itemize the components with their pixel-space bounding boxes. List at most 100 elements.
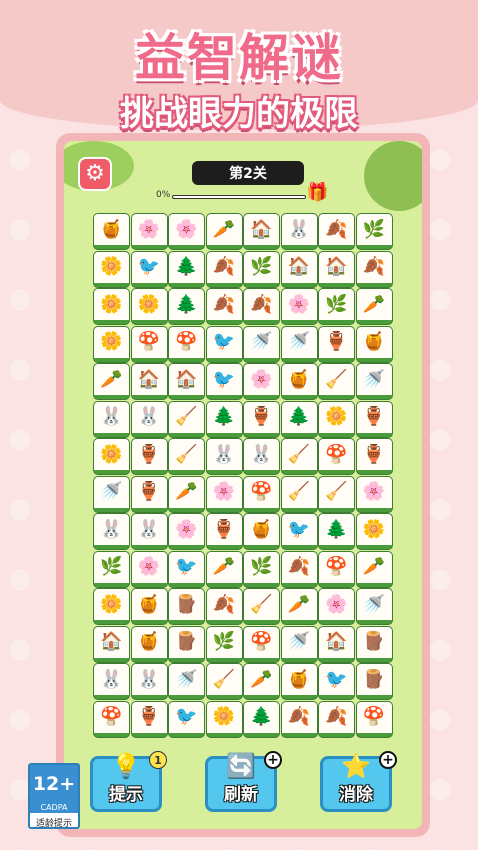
game-tile[interactable]: 🍂: [206, 251, 242, 287]
game-tile[interactable]: 🌸: [169, 214, 204, 249]
game-tile[interactable]: 🌲: [281, 401, 317, 437]
game-tile[interactable]: 🏠: [244, 214, 279, 249]
gift-icon[interactable]: 🎁: [306, 183, 328, 203]
game-tile[interactable]: 🏠: [94, 626, 129, 662]
game-tile[interactable]: 🌸: [131, 551, 167, 587]
game-tile[interactable]: 🌼: [319, 401, 354, 437]
game-tile[interactable]: 🐦: [319, 664, 354, 699]
game-tile[interactable]: 🍯: [281, 664, 317, 699]
game-tile[interactable]: 🍂: [356, 251, 392, 287]
game-tile[interactable]: 🌲: [206, 401, 242, 437]
game-tile[interactable]: 🍂: [206, 589, 242, 624]
game-tile[interactable]: 🚿: [356, 364, 392, 399]
game-tile[interactable]: 🍄: [319, 551, 354, 587]
game-tile[interactable]: 🏠: [169, 364, 204, 399]
game-tile[interactable]: 🌼: [94, 589, 129, 624]
game-tile[interactable]: 🌼: [94, 289, 129, 324]
game-tile[interactable]: 🏺: [356, 439, 392, 474]
game-tile[interactable]: 🐰: [131, 514, 167, 549]
game-tile[interactable]: 🌸: [281, 289, 317, 324]
game-tile[interactable]: 🌿: [244, 251, 279, 287]
game-tile[interactable]: 🧹: [244, 589, 279, 624]
game-tile[interactable]: 🐦: [206, 364, 242, 399]
game-tile[interactable]: 🍂: [319, 214, 354, 249]
game-tile[interactable]: 🧹: [169, 401, 204, 437]
game-tile[interactable]: 🐰: [131, 401, 167, 437]
game-tile[interactable]: 🐰: [94, 664, 129, 699]
game-tile[interactable]: 🌿: [94, 551, 129, 587]
game-tile[interactable]: 🚿: [356, 589, 392, 624]
game-tile[interactable]: 🍯: [244, 514, 279, 549]
game-tile[interactable]: 🌲: [169, 251, 204, 287]
game-tile[interactable]: 🐰: [131, 664, 167, 699]
game-tile[interactable]: 🍯: [131, 626, 167, 662]
remove-add-badge[interactable]: +: [379, 751, 397, 769]
game-tile[interactable]: 🏺: [356, 401, 392, 437]
game-tile[interactable]: 🌲: [169, 289, 204, 324]
game-tile[interactable]: 🌼: [356, 514, 392, 549]
game-tile[interactable]: 🌼: [206, 701, 242, 737]
game-tile[interactable]: 🏺: [131, 439, 167, 474]
game-tile[interactable]: 🪵: [169, 589, 204, 624]
game-tile[interactable]: 🍯: [281, 364, 317, 399]
game-tile[interactable]: 🏠: [319, 626, 354, 662]
game-tile[interactable]: 🍄: [94, 701, 129, 737]
game-tile[interactable]: 🌼: [94, 439, 129, 474]
game-tile[interactable]: 🍂: [319, 701, 354, 737]
game-tile[interactable]: 🧹: [319, 364, 354, 399]
game-tile[interactable]: 🍄: [244, 476, 279, 512]
game-tile[interactable]: 🧹: [281, 476, 317, 512]
game-tile[interactable]: 🥕: [206, 551, 242, 587]
game-tile[interactable]: 🥕: [94, 364, 129, 399]
game-tile[interactable]: 🍂: [281, 701, 317, 737]
game-tile[interactable]: 🌼: [131, 289, 167, 324]
game-tile[interactable]: 🥕: [356, 551, 392, 587]
game-tile[interactable]: 🐦: [169, 701, 204, 737]
game-tile[interactable]: 🌸: [319, 589, 354, 624]
game-tile[interactable]: 🐰: [206, 439, 242, 474]
game-tile[interactable]: 🌸: [356, 476, 392, 512]
game-tile[interactable]: 🏺: [206, 514, 242, 549]
game-tile[interactable]: 🐦: [281, 514, 317, 549]
game-tile[interactable]: 🐦: [131, 251, 167, 287]
game-tile[interactable]: 🍂: [244, 289, 279, 324]
game-tile[interactable]: 🪵: [169, 626, 204, 662]
game-tile[interactable]: 🍄: [244, 626, 279, 662]
game-tile[interactable]: 🌼: [94, 326, 129, 362]
game-tile[interactable]: 🥕: [356, 289, 392, 324]
game-tile[interactable]: 🌸: [206, 476, 242, 512]
game-tile[interactable]: 🚿: [169, 664, 204, 699]
game-tile[interactable]: 🏺: [319, 326, 354, 362]
game-tile[interactable]: 🧹: [206, 664, 242, 699]
game-tile[interactable]: 🏠: [281, 251, 317, 287]
game-tile[interactable]: 🍄: [319, 439, 354, 474]
game-tile[interactable]: 🍯: [131, 589, 167, 624]
game-tile[interactable]: 🌲: [319, 514, 354, 549]
game-tile[interactable]: 🏠: [319, 251, 354, 287]
game-tile[interactable]: 🥕: [244, 664, 279, 699]
game-tile[interactable]: 🐦: [206, 326, 242, 362]
game-tile[interactable]: 🍯: [356, 326, 392, 362]
game-tile[interactable]: 🚿: [94, 476, 129, 512]
game-tile[interactable]: 🌸: [169, 514, 204, 549]
game-tile[interactable]: 🐦: [169, 551, 204, 587]
game-tile[interactable]: 🍄: [131, 326, 167, 362]
game-tile[interactable]: 🌸: [244, 364, 279, 399]
game-tile[interactable]: 🧹: [281, 439, 317, 474]
game-tile[interactable]: 🍄: [169, 326, 204, 362]
game-tile[interactable]: 🐰: [94, 401, 129, 437]
game-tile[interactable]: 🚿: [281, 326, 317, 362]
game-tile[interactable]: 🌼: [94, 251, 129, 287]
game-tile[interactable]: 🪵: [356, 664, 392, 699]
game-tile[interactable]: 🌿: [319, 289, 354, 324]
game-tile[interactable]: 🐰: [281, 214, 317, 249]
remove-button[interactable]: ⭐ 消除 +: [320, 751, 397, 812]
game-tile[interactable]: 🚿: [244, 326, 279, 362]
game-tile[interactable]: 🏺: [244, 401, 279, 437]
hint-button[interactable]: 💡 提示 1: [90, 751, 167, 812]
game-tile[interactable]: 🐰: [94, 514, 129, 549]
game-tile[interactable]: 🥕: [169, 476, 204, 512]
game-tile[interactable]: 🍄: [356, 701, 392, 737]
game-tile[interactable]: 🥕: [206, 214, 242, 249]
game-tile[interactable]: 🌸: [131, 214, 167, 249]
